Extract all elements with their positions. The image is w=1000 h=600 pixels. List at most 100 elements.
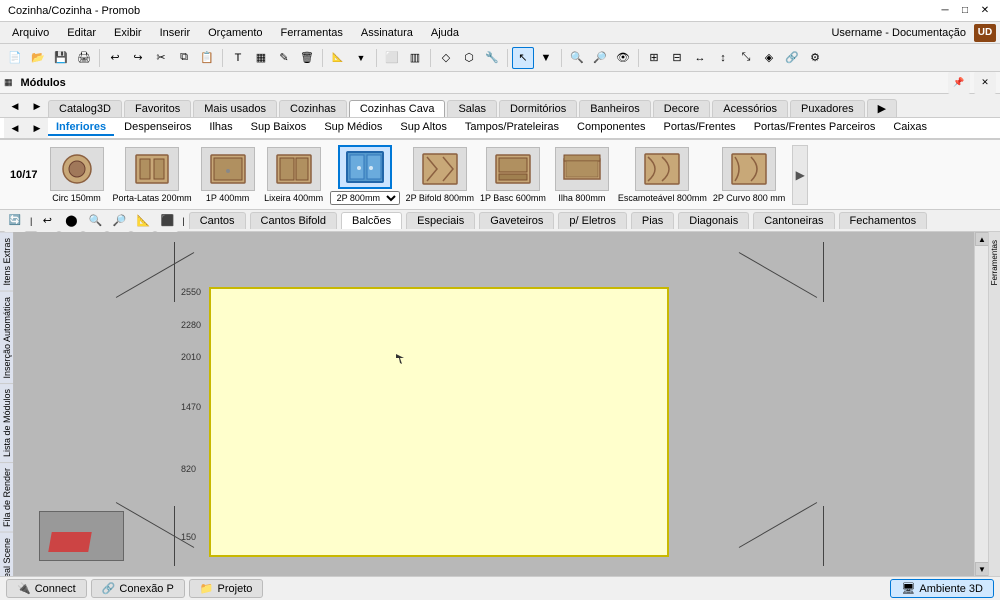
menu-arquivo[interactable]: Arquivo [4,25,57,41]
vtab-insercao[interactable]: Inserção Automática [0,291,13,384]
btm-tab-peletros[interactable]: p/ Eletros [558,212,626,229]
menu-exibir[interactable]: Exibir [106,25,150,41]
vtab-itens-extras[interactable]: Itens Extras [0,232,13,291]
cat-tab-acessorios[interactable]: Acessórios [712,100,788,117]
cat-tab-puxadores[interactable]: Puxadores [790,100,865,117]
act-btn-3[interactable]: ⬤ [60,210,82,232]
btm-tab-fechamentos[interactable]: Fechamentos [839,212,928,229]
sub-tab-ilhas[interactable]: Ilhas [201,120,240,136]
properties-label[interactable]: Ferramentas [989,236,1000,289]
measure-button[interactable]: 📐 [327,47,349,69]
maximize-button[interactable]: □ [958,4,972,18]
thumb-2p800[interactable]: 2P 800mm [330,145,400,205]
tb-btn-15[interactable]: 🔍 [566,47,588,69]
save-button[interactable]: 💾 [50,47,72,69]
thumb-1p400[interactable]: 1P 400mm [198,147,258,203]
vtab-lista-modulos[interactable]: Lista de Módulos [0,383,13,462]
tb-btn-22[interactable]: ⤡ [735,47,757,69]
thumb-1pbasc[interactable]: 1P Basc 600mm [480,147,546,203]
cat-tab-favoritos[interactable]: Favoritos [124,100,191,117]
redo-button[interactable]: ↪ [127,47,149,69]
btm-tab-pias[interactable]: Pias [631,212,674,229]
cat-tab-more[interactable]: ▶ [867,99,897,117]
tb-btn-9[interactable]: ⬜ [381,47,403,69]
menu-orcamento[interactable]: Orçamento [200,25,270,41]
btm-tab-cantos[interactable]: Cantos [189,212,246,229]
menu-ferramentas[interactable]: Ferramentas [273,25,351,41]
sub-tab-caixas[interactable]: Caixas [885,120,935,136]
btm-tab-especiais[interactable]: Especiais [406,212,475,229]
cat-tab-cozinhascava[interactable]: Cozinhas Cava [349,100,446,117]
sub-tab-portas[interactable]: Portas/Frentes [656,120,744,136]
scroll-track-v[interactable] [975,246,988,562]
thumb-lixeira[interactable]: Lixeira 400mm [264,147,324,203]
btm-tab-diagonais[interactable]: Diagonais [678,212,749,229]
status-conexaop[interactable]: 🔗 Conexão P [91,579,185,598]
btm-tab-balcoes[interactable]: Balcões [341,212,402,229]
tb-btn-7[interactable]: 🗑 [296,47,318,69]
thumb-ilha[interactable]: Ilha 800mm [552,147,612,203]
vtab-real-scene[interactable]: Real Scene [0,532,13,576]
tb-btn-12[interactable]: ⬡ [458,47,480,69]
sub-tab-tampos[interactable]: Tampos/Prateleiras [457,120,567,136]
sub-tab-supbaixos[interactable]: Sup Baixos [243,120,315,136]
print-button[interactable]: 🖨 [73,47,95,69]
open-button[interactable]: 📂 [27,47,49,69]
sub-tab-portasparceiros[interactable]: Portas/Frentes Parceiros [746,120,884,136]
menu-assinatura[interactable]: Assinatura [353,25,421,41]
modules-pin[interactable]: 📌 [948,72,970,94]
new-button[interactable]: 📄 [4,47,26,69]
status-connect[interactable]: 🔌 Connect [6,579,87,598]
act-btn-7[interactable]: ⬛ [156,210,178,232]
vtab-fila-render[interactable]: Fila de Render [0,462,13,532]
btm-tab-cantosbifold[interactable]: Cantos Bifold [250,212,337,229]
scroll-up[interactable]: ▲ [975,232,989,246]
cut-button[interactable]: ✂ [150,47,172,69]
close-button[interactable]: ✕ [978,4,992,18]
tb-btn-14[interactable]: ▼ [535,47,557,69]
minimize-button[interactable]: ─ [938,4,952,18]
thumb-next-arrow[interactable]: ▶ [792,145,808,205]
cat-next[interactable]: ▶ [26,95,48,117]
2p800-dropdown[interactable]: 2P 800mm [330,191,400,205]
menu-inserir[interactable]: Inserir [152,25,199,41]
act-btn-6[interactable]: 📐 [132,210,154,232]
thumb-2pcurvo[interactable]: 2P Curvo 800 mm [713,147,785,203]
cat-tab-salas[interactable]: Salas [447,100,497,117]
tb-btn-24[interactable]: 🔗 [781,47,803,69]
tb-btn-5[interactable]: ▦ [250,47,272,69]
tb-btn-11[interactable]: ◇ [435,47,457,69]
sub-prev[interactable]: ◀ [4,118,26,139]
tb-btn-17[interactable]: 👁 [612,47,634,69]
sub-tab-componentes[interactable]: Componentes [569,120,654,136]
status-ambiente3d[interactable]: 🖥 Ambiente 3D [890,579,994,598]
thumb-escamotavel[interactable]: Escamoteável 800mm [618,147,707,203]
sub-tab-supAltos[interactable]: Sup Altos [392,120,454,136]
btm-tab-gaveteiros[interactable]: Gaveteiros [479,212,554,229]
tb-btn-21[interactable]: ↕ [712,47,734,69]
sub-next[interactable]: ▶ [26,118,48,139]
cat-tab-maisusados[interactable]: Mais usados [193,100,277,117]
tb-btn-20[interactable]: ↔ [689,47,711,69]
tb-btn-25[interactable]: ⚙ [804,47,826,69]
cat-tab-cozinhas[interactable]: Cozinhas [279,100,347,117]
tb-btn-6[interactable]: ✎ [273,47,295,69]
act-btn-5[interactable]: 🔎 [108,210,130,232]
status-projeto[interactable]: 📁 Projeto [189,579,264,598]
undo-button[interactable]: ↩ [104,47,126,69]
tb-btn-16[interactable]: 🔎 [589,47,611,69]
cat-tab-decore[interactable]: Decore [653,100,710,117]
thumb-circ150[interactable]: Circ 150mm [47,147,107,203]
text-button[interactable]: T [227,47,249,69]
menu-ajuda[interactable]: Ajuda [423,25,467,41]
act-btn-4[interactable]: 🔍 [84,210,106,232]
cat-tab-dormitorios[interactable]: Dormitórios [499,100,577,117]
tb-btn-19[interactable]: ⊟ [666,47,688,69]
cursor-button[interactable]: ↖ [512,47,534,69]
paste-button[interactable]: 📋 [196,47,218,69]
copy-button[interactable]: ⧉ [173,47,195,69]
modules-close[interactable]: ✕ [974,72,996,94]
act-btn-1[interactable]: 🔄 [4,210,26,232]
cat-tab-catalog3d[interactable]: Catalog3D [48,100,122,117]
btm-tab-cantoneiras[interactable]: Cantoneiras [753,212,834,229]
